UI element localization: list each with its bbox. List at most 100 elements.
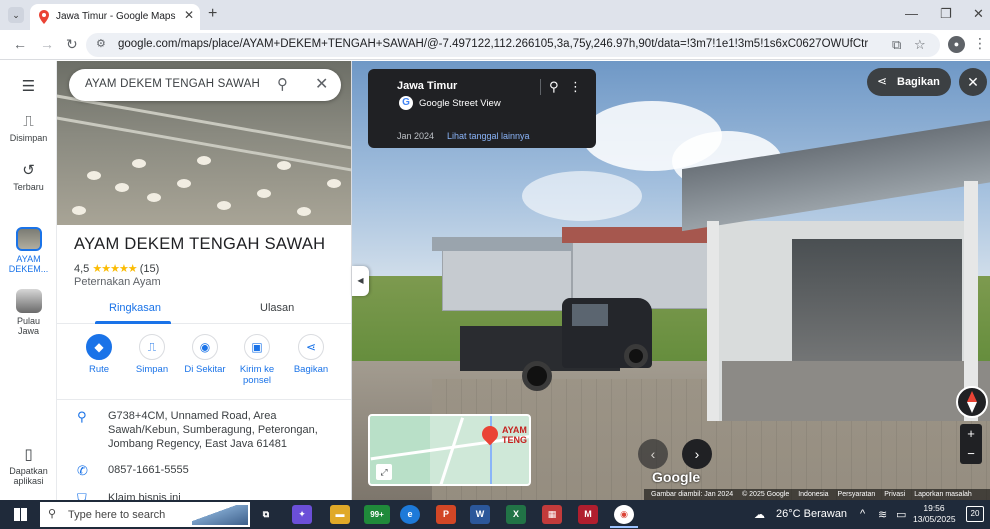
tab-reviews[interactable]: Ulasan: [260, 302, 294, 314]
window-close-button[interactable]: ✕: [973, 6, 984, 22]
new-tab-button[interactable]: +: [208, 5, 217, 23]
hamburger-icon: ☰: [21, 78, 36, 95]
location-pin-icon: ⚲: [77, 409, 87, 424]
weather-icon[interactable]: ☁: [754, 508, 765, 521]
taskbar-search-input[interactable]: Type here to search: [68, 509, 165, 521]
windows-start-icon[interactable]: [14, 508, 27, 521]
rail-recent[interactable]: ↺ Terbaru: [0, 161, 57, 192]
sv-share-label: Bagikan: [897, 76, 940, 88]
send-to-phone-button[interactable]: ▣ Kirim ke ponsel: [229, 334, 285, 386]
share-button[interactable]: ⋖ Bagikan: [283, 334, 339, 375]
excel-icon[interactable]: X: [506, 505, 526, 524]
taskbar-search[interactable]: ⚲ Type here to search: [40, 502, 250, 527]
chrome-icon[interactable]: ◉: [614, 505, 634, 524]
notification-center-icon[interactable]: 20: [966, 506, 984, 522]
photo-detail: [327, 179, 341, 188]
zoom-in-button[interactable]: +: [960, 424, 982, 444]
browser-toolbar: ← → ↻ ⚙ google.com/maps/place/AYAM+DEKEM…: [0, 30, 990, 60]
rail-recent-label: Terbaru: [13, 182, 44, 192]
battery-icon[interactable]: ▭: [896, 508, 906, 521]
word-icon[interactable]: W: [470, 505, 490, 524]
footer-privacy[interactable]: Privasi: [884, 491, 905, 498]
rail-get-app[interactable]: ▯ Dapatkan aplikasi: [0, 445, 57, 486]
see-more-dates-link[interactable]: Lihat tanggal lainnya: [447, 131, 530, 141]
active-app-indicator: [610, 526, 638, 528]
footer-terms[interactable]: Persyaratan: [838, 491, 876, 498]
expand-map-icon[interactable]: ⤢: [376, 464, 392, 480]
rail-recent-place[interactable]: AYAM DEKEM...: [0, 227, 57, 274]
save-button[interactable]: ⎍ Simpan: [124, 334, 180, 375]
url-text[interactable]: google.com/maps/place/AYAM+DEKEM+TENGAH+…: [118, 38, 868, 50]
location-pin-icon[interactable]: ⚲: [549, 79, 559, 95]
sv-next-button[interactable]: ›: [682, 439, 712, 469]
sv-share-button[interactable]: ⋖ Bagikan: [867, 68, 951, 96]
m-app-icon[interactable]: M: [578, 505, 598, 524]
weather-text[interactable]: 26°C Berawan: [776, 508, 847, 520]
google-logo: Google: [652, 469, 701, 485]
search-icon[interactable]: ⚲: [277, 75, 288, 93]
menu-button[interactable]: ☰: [0, 77, 57, 98]
copilot-icon[interactable]: ✦: [292, 505, 312, 524]
phone-icon: ▯: [24, 446, 33, 463]
sv-building: [442, 249, 572, 311]
clear-search-icon[interactable]: ✕: [315, 74, 328, 94]
rail-get-app-label: Dapatkan aplikasi: [9, 466, 48, 486]
footer-region[interactable]: Indonesia: [798, 491, 828, 498]
clock-date: 13/05/2025: [913, 514, 956, 524]
sv-prev-button[interactable]: ‹: [638, 439, 668, 469]
address-text[interactable]: G738+4CM, Unnamed Road, Area Sawah/Kebun…: [108, 409, 340, 451]
footer-report[interactable]: Laporkan masalah: [914, 491, 972, 498]
search-box[interactable]: AYAM DEKEM TENGAH SAWAH ⚲ ✕: [69, 69, 341, 101]
browser-tab[interactable]: Jawa Timur - Google Maps ✕: [30, 4, 200, 30]
sv-truck-window: [572, 304, 608, 326]
sv-close-button[interactable]: ✕: [959, 68, 987, 96]
file-explorer-icon[interactable]: ▬: [330, 505, 350, 524]
install-app-icon[interactable]: ⧉: [892, 37, 901, 53]
minimap[interactable]: AYAM TENG ⤢: [368, 414, 531, 486]
bookmark-star-icon[interactable]: ☆: [914, 37, 926, 53]
tab-overview[interactable]: Ringkasan: [109, 302, 161, 314]
phone-text[interactable]: 0857-1661-5555: [108, 463, 340, 477]
place-rating[interactable]: 4,5 ★★★★★ (15): [74, 262, 159, 275]
directions-button[interactable]: ◆ Rute: [71, 334, 127, 375]
system-clock[interactable]: 19:56 13/05/2025: [913, 503, 956, 525]
task-view-icon[interactable]: ⧉: [256, 505, 276, 524]
chevron-up-icon[interactable]: ^: [860, 508, 865, 520]
forward-arrow-icon[interactable]: →: [40, 36, 54, 52]
minimap-label: AYAM TENG: [502, 425, 528, 445]
tab-close-icon[interactable]: ✕: [184, 8, 194, 22]
rating-value: 4,5: [74, 263, 90, 275]
reload-icon[interactable]: ↻: [66, 36, 78, 53]
address-bar[interactable]: ⚙ google.com/maps/place/AYAM+DEKEM+TENGA…: [86, 33, 940, 57]
whatsapp-icon[interactable]: 99+: [364, 505, 390, 524]
rail-nearby-place[interactable]: Pulau Jawa: [0, 289, 57, 336]
more-options-icon[interactable]: ⋮: [569, 79, 582, 95]
place-hero-photo[interactable]: AYAM DEKEM TENGAH SAWAH ⚲ ✕: [57, 61, 351, 225]
rail-saved[interactable]: ⎍ Disimpan: [0, 113, 57, 143]
sv-wheel: [522, 361, 552, 391]
nearby-button[interactable]: ◉ Di Sekitar: [177, 334, 233, 375]
sv-wheel: [624, 344, 648, 368]
profile-avatar-icon[interactable]: ●: [948, 36, 965, 53]
share-icon: ⋖: [298, 334, 324, 360]
claim-text[interactable]: Klaim bisnis ini: [108, 491, 340, 500]
compass-icon[interactable]: [956, 386, 988, 418]
search-input[interactable]: AYAM DEKEM TENGAH SAWAH: [85, 78, 260, 90]
maximize-button[interactable]: ❐: [940, 6, 952, 22]
edge-icon[interactable]: e: [400, 505, 420, 524]
street-view[interactable]: Jawa Timur G Google Street View ⚲ ⋮ Jan …: [352, 61, 990, 500]
maps-pin-icon: [39, 10, 49, 24]
powerpoint-icon[interactable]: P: [436, 505, 456, 524]
review-count[interactable]: (15): [140, 263, 160, 275]
collapse-panel-button[interactable]: ◀: [352, 266, 369, 296]
minimize-button[interactable]: —: [905, 6, 918, 21]
place-category[interactable]: Peternakan Ayam: [74, 276, 161, 288]
browser-menu-icon[interactable]: ⋮: [973, 35, 987, 52]
tab-search-icon[interactable]: ⌄: [8, 7, 24, 23]
back-arrow-icon[interactable]: ←: [13, 36, 27, 52]
share-icon: ⋖: [877, 74, 888, 88]
site-info-icon[interactable]: ⚙: [96, 37, 106, 50]
zoom-out-button[interactable]: −: [960, 444, 982, 464]
wifi-icon[interactable]: ≋: [878, 508, 887, 521]
calendar-app-icon[interactable]: ▦: [542, 505, 562, 524]
